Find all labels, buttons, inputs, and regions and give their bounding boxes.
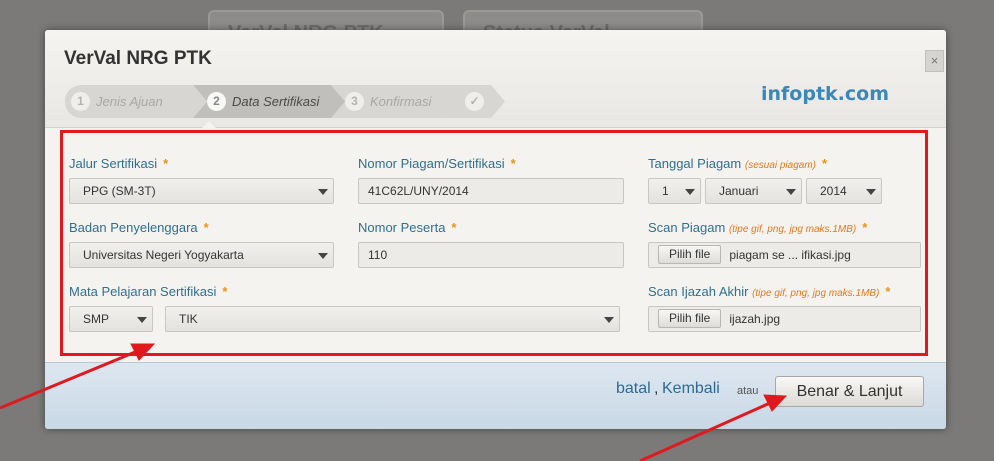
annotation-arrow-button — [639, 401, 771, 461]
arrowhead-icon — [130, 343, 156, 361]
annotation-arrow-form — [0, 348, 141, 410]
annotation-arrows — [0, 343, 788, 461]
